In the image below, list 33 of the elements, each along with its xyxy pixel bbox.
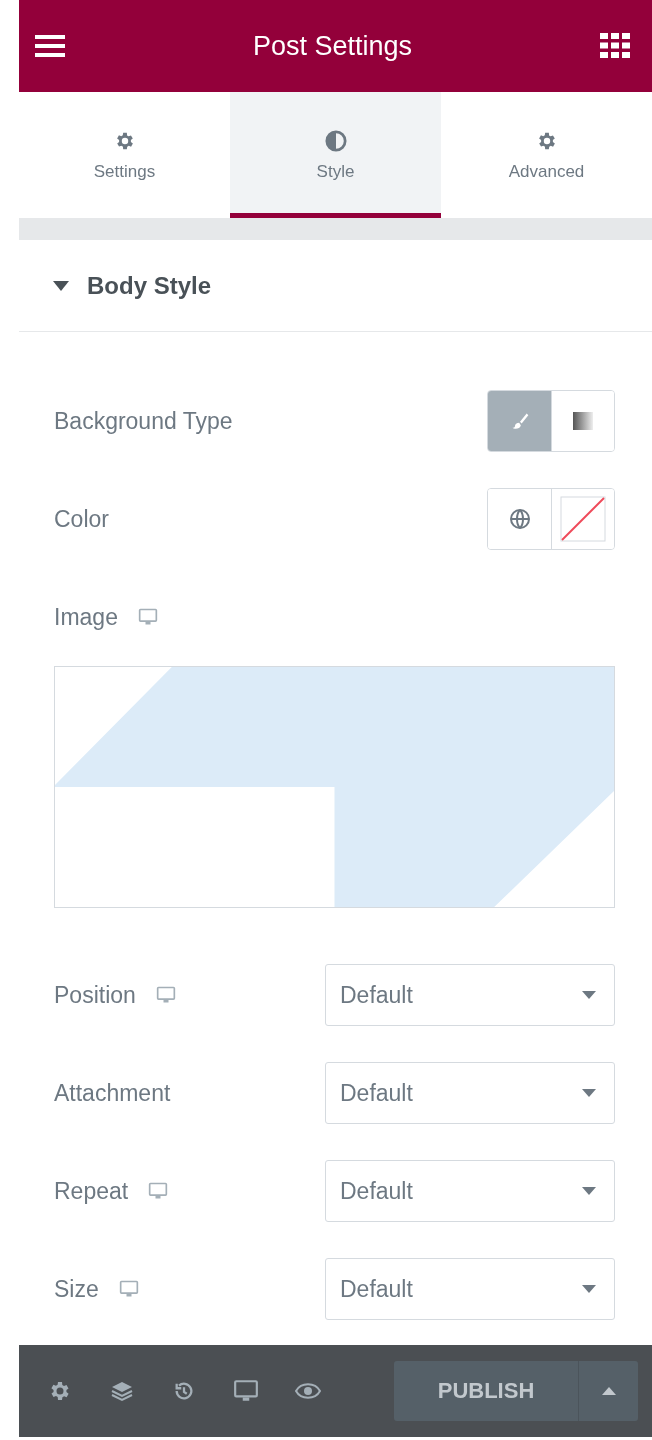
monitor-icon bbox=[233, 1378, 259, 1404]
panel-tab[interactable]: Style bbox=[230, 92, 441, 218]
contrast-icon bbox=[324, 130, 347, 152]
control-label: Attachment bbox=[54, 1079, 171, 1107]
control-label: Size bbox=[54, 1275, 99, 1303]
select-field[interactable]: Default bbox=[325, 1062, 615, 1124]
layers-icon bbox=[110, 1379, 134, 1403]
grid-icon bbox=[600, 33, 630, 59]
menu-icon bbox=[35, 34, 65, 58]
caret-icon bbox=[582, 1285, 596, 1293]
control-label: Background Type bbox=[54, 407, 233, 435]
globe-icon bbox=[507, 507, 532, 531]
caret-icon bbox=[582, 991, 596, 999]
control-label: Color bbox=[54, 505, 109, 533]
gradient-icon bbox=[573, 412, 593, 430]
caret-icon bbox=[582, 1089, 596, 1097]
eye-icon bbox=[295, 1382, 321, 1400]
control-label: Repeat bbox=[54, 1177, 129, 1205]
caret-icon bbox=[53, 280, 69, 291]
caret-icon bbox=[582, 1187, 596, 1195]
history-icon bbox=[173, 1380, 195, 1402]
apps-button[interactable] bbox=[600, 33, 630, 59]
menu-button[interactable] bbox=[35, 34, 65, 58]
control-label: Image bbox=[54, 603, 118, 631]
panel-title: Post Settings bbox=[252, 30, 413, 62]
color-swatch[interactable] bbox=[551, 489, 614, 549]
control-label: Position bbox=[54, 981, 136, 1009]
choose-option[interactable] bbox=[551, 391, 614, 451]
select-field[interactable]: Default bbox=[325, 964, 615, 1026]
empty-color-icon bbox=[560, 496, 606, 542]
select-field[interactable]: Default bbox=[325, 1258, 615, 1320]
caret-up-icon bbox=[601, 1387, 616, 1395]
select-field[interactable]: Default bbox=[325, 1160, 615, 1222]
